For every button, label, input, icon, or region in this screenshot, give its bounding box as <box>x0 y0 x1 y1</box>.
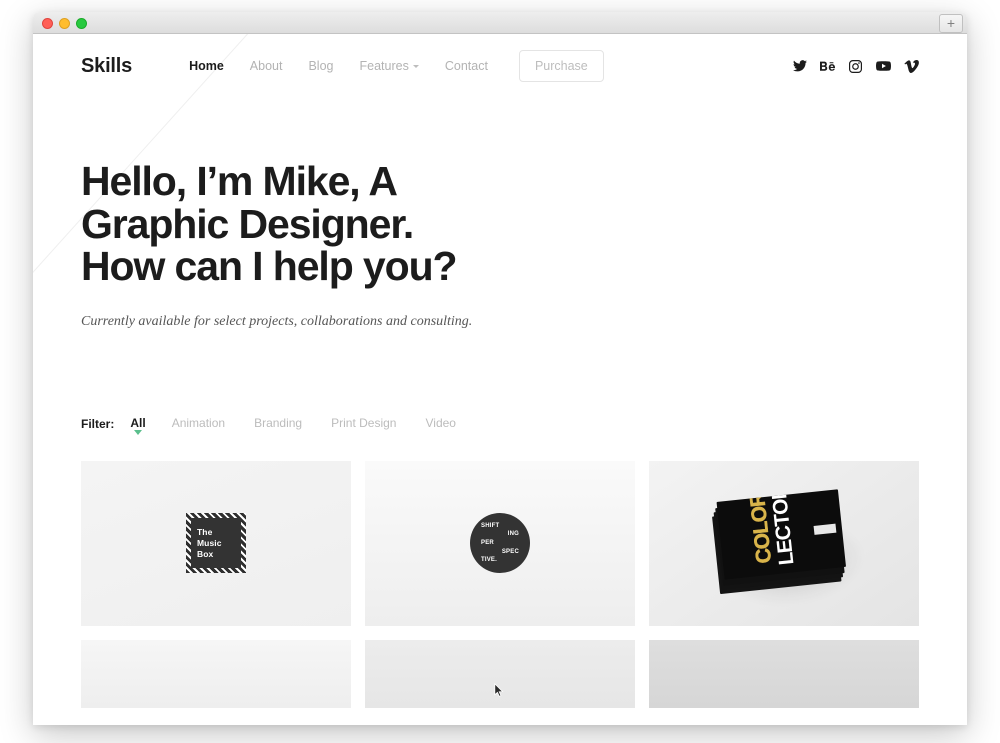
window-minimize-button[interactable] <box>59 18 70 29</box>
portfolio-filter-bar: Filter: All Animation Branding Print Des… <box>33 415 967 435</box>
filter-label: Filter: <box>81 416 115 431</box>
music-box-line-1: The <box>197 527 213 538</box>
nav-label-blog: Blog <box>308 59 334 73</box>
portfolio-tile-colors-lector[interactable]: COLORS LECTOR <box>649 460 919 626</box>
browser-titlebar: + <box>33 12 967 34</box>
filter-label-all: All <box>130 415 146 430</box>
nav-label-home: Home <box>189 59 224 73</box>
behance-icon[interactable] <box>820 59 835 74</box>
filter-item-branding[interactable]: Branding <box>254 416 302 430</box>
site-header: Skills Home About Blog Features Contact … <box>33 34 967 98</box>
shift-line-2: ING <box>507 531 519 538</box>
music-box-line-3: Box <box>197 548 214 559</box>
vimeo-icon[interactable] <box>904 59 919 74</box>
instagram-icon[interactable] <box>848 59 863 74</box>
hero-subtitle: Currently available for select projects,… <box>81 313 473 329</box>
filter-item-video[interactable]: Video <box>425 416 455 430</box>
chevron-down-icon <box>412 65 419 69</box>
hero-title-line-3: How can I help you? <box>81 243 458 290</box>
book-spine-label <box>813 524 837 536</box>
browser-window: + Skills Home About Blog Features Contac… <box>33 12 967 725</box>
portfolio-grid: The Music Box SHIFT ING PER SPEC TIVE. C… <box>33 460 967 708</box>
shift-line-4: SPEC <box>501 548 519 555</box>
social-icons <box>792 59 919 74</box>
shift-line-5: TIVE. <box>481 557 498 564</box>
music-box-inner: The Music Box <box>191 518 241 569</box>
purchase-button[interactable]: Purchase <box>518 50 604 82</box>
mouse-cursor <box>494 683 504 697</box>
filter-label-branding: Branding <box>254 415 303 430</box>
nav-label-contact: Contact <box>444 59 488 73</box>
chevron-down-icon-active-filter <box>134 429 143 435</box>
nav-item-about[interactable]: About <box>237 55 296 77</box>
nav-item-contact[interactable]: Contact <box>432 55 501 77</box>
portfolio-tile-shifting-perspective[interactable]: SHIFT ING PER SPEC TIVE. <box>365 460 635 626</box>
new-tab-button[interactable]: + <box>939 14 963 33</box>
nav-item-features[interactable]: Features <box>347 55 432 77</box>
nav-item-blog[interactable]: Blog <box>295 55 346 77</box>
youtube-icon[interactable] <box>876 59 891 74</box>
nav-label-features: Features <box>359 59 409 73</box>
window-maximize-button[interactable] <box>76 18 87 29</box>
music-box-line-2: Music <box>197 537 222 548</box>
portfolio-tile-4[interactable] <box>81 639 351 708</box>
page-bottom-edge <box>33 719 967 725</box>
hero-title-line-1: Hello, I’m Mike, A <box>81 158 398 204</box>
filter-label-video: Video <box>425 415 456 430</box>
book-stack-artwork: COLORS LECTOR <box>712 489 853 595</box>
nav-label-about: About <box>249 59 283 73</box>
hero-section: Hello, I’m Mike, A Graphic Designer. How… <box>33 98 967 330</box>
music-box-artwork: The Music Box <box>186 513 246 574</box>
book-cover: COLORS LECTOR <box>717 490 846 580</box>
shift-line-3: PER <box>481 540 494 547</box>
hero-title-line-2: Graphic Designer. <box>81 200 414 247</box>
filter-label-animation: Animation <box>171 415 226 430</box>
filter-label-print-design: Print Design <box>331 415 397 430</box>
shift-line-1: SHIFT <box>481 522 500 529</box>
nav-item-home[interactable]: Home <box>176 55 237 77</box>
web-page: Skills Home About Blog Features Contact … <box>33 34 967 725</box>
twitter-icon[interactable] <box>792 59 807 74</box>
window-close-button[interactable] <box>42 18 53 29</box>
shifting-perspective-badge: SHIFT ING PER SPEC TIVE. <box>470 513 530 574</box>
portfolio-tile-6[interactable] <box>649 639 919 708</box>
filter-item-all[interactable]: All <box>130 415 146 435</box>
site-logo[interactable]: Skills <box>81 55 132 78</box>
filter-item-print-design[interactable]: Print Design <box>331 416 396 430</box>
portfolio-tile-music-box[interactable]: The Music Box <box>81 460 351 626</box>
main-navigation: Home About Blog Features Contact Purchas… <box>176 50 604 82</box>
page-title: Hello, I’m Mike, A Graphic Designer. How… <box>81 160 919 288</box>
filter-item-animation[interactable]: Animation <box>172 416 225 430</box>
